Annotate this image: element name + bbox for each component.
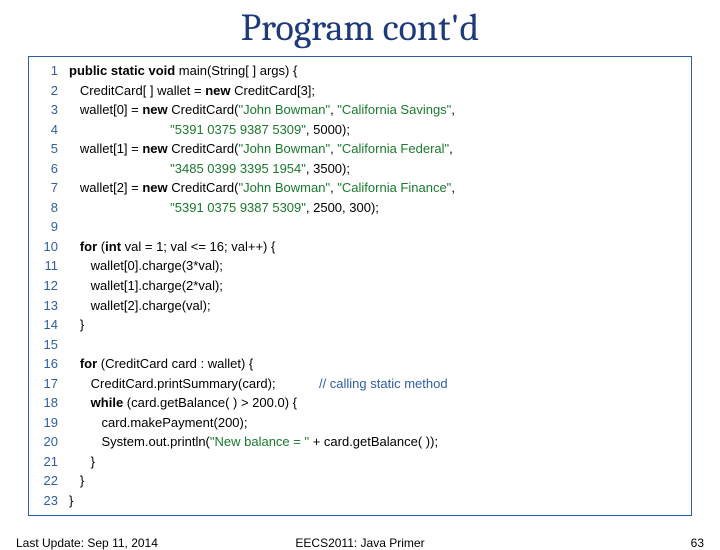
- code-text: }: [68, 452, 685, 472]
- line-number: 18: [35, 393, 68, 413]
- code-text: for (int val = 1; val <= 16; val++) {: [68, 237, 685, 257]
- line-number: 14: [35, 315, 68, 335]
- code-line: 20 System.out.println("New balance = " +…: [35, 432, 685, 452]
- code-text: CreditCard.printSummary(card); // callin…: [68, 374, 685, 394]
- code-line: 16 for (CreditCard card : wallet) {: [35, 354, 685, 374]
- code-line: 10 for (int val = 1; val <= 16; val++) {: [35, 237, 685, 257]
- line-number: 5: [35, 139, 68, 159]
- line-number: 23: [35, 491, 68, 511]
- line-number: 3: [35, 100, 68, 120]
- code-text: wallet[0].charge(3*val);: [68, 256, 685, 276]
- code-text: System.out.println("New balance = " + ca…: [68, 432, 685, 452]
- footer-course: EECS2011: Java Primer: [0, 536, 720, 550]
- code-text: wallet[1].charge(2*val);: [68, 276, 685, 296]
- line-number: 20: [35, 432, 68, 452]
- code-line: 2 CreditCard[ ] wallet = new CreditCard[…: [35, 81, 685, 101]
- code-text: "5391 0375 9387 5309", 5000);: [68, 120, 685, 140]
- code-text: for (CreditCard card : wallet) {: [68, 354, 685, 374]
- code-line: 6 "3485 0399 3395 1954", 3500);: [35, 159, 685, 179]
- code-line: 13 wallet[2].charge(val);: [35, 296, 685, 316]
- line-number: 8: [35, 198, 68, 218]
- code-text: }: [68, 471, 685, 491]
- code-line: 22 }: [35, 471, 685, 491]
- code-text: wallet[2] = new CreditCard("John Bowman"…: [68, 178, 685, 198]
- line-number: 13: [35, 296, 68, 316]
- code-line: 19 card.makePayment(200);: [35, 413, 685, 433]
- code-text: wallet[1] = new CreditCard("John Bowman"…: [68, 139, 685, 159]
- line-number: 17: [35, 374, 68, 394]
- code-line: 17 CreditCard.printSummary(card); // cal…: [35, 374, 685, 394]
- code-text: wallet[0] = new CreditCard("John Bowman"…: [68, 100, 685, 120]
- line-number: 15: [35, 335, 68, 355]
- code-text: card.makePayment(200);: [68, 413, 685, 433]
- line-number: 19: [35, 413, 68, 433]
- code-text: while (card.getBalance( ) > 200.0) {: [68, 393, 685, 413]
- line-number: 16: [35, 354, 68, 374]
- code-text: }: [68, 491, 685, 511]
- line-number: 4: [35, 120, 68, 140]
- line-number: 2: [35, 81, 68, 101]
- code-text: wallet[2].charge(val);: [68, 296, 685, 316]
- line-number: 11: [35, 256, 68, 276]
- code-line: 18 while (card.getBalance( ) > 200.0) {: [35, 393, 685, 413]
- code-text: "3485 0399 3395 1954", 3500);: [68, 159, 685, 179]
- slide-title: Program cont'd: [0, 6, 720, 50]
- code-box: 1public static void main(String[ ] args)…: [28, 56, 692, 516]
- line-number: 22: [35, 471, 68, 491]
- code-line: 23}: [35, 491, 685, 511]
- code-text: public static void main(String[ ] args) …: [68, 61, 685, 81]
- code-line: 21 }: [35, 452, 685, 472]
- code-line: 3 wallet[0] = new CreditCard("John Bowma…: [35, 100, 685, 120]
- code-text: }: [68, 315, 685, 335]
- code-line: 4 "5391 0375 9387 5309", 5000);: [35, 120, 685, 140]
- code-line: 14 }: [35, 315, 685, 335]
- code-line: 5 wallet[1] = new CreditCard("John Bowma…: [35, 139, 685, 159]
- line-number: 12: [35, 276, 68, 296]
- code-text: [68, 335, 685, 355]
- line-number: 9: [35, 217, 68, 237]
- footer-page-number: 63: [691, 536, 704, 550]
- code-line: 15: [35, 335, 685, 355]
- line-number: 6: [35, 159, 68, 179]
- code-text: "5391 0375 9387 5309", 2500, 300);: [68, 198, 685, 218]
- line-number: 10: [35, 237, 68, 257]
- code-line: 12 wallet[1].charge(2*val);: [35, 276, 685, 296]
- line-number: 1: [35, 61, 68, 81]
- line-number: 21: [35, 452, 68, 472]
- code-line: 9: [35, 217, 685, 237]
- code-line: 8 "5391 0375 9387 5309", 2500, 300);: [35, 198, 685, 218]
- code-text: [68, 217, 685, 237]
- code-text: CreditCard[ ] wallet = new CreditCard[3]…: [68, 81, 685, 101]
- code-line: 7 wallet[2] = new CreditCard("John Bowma…: [35, 178, 685, 198]
- code-line: 1public static void main(String[ ] args)…: [35, 61, 685, 81]
- line-number: 7: [35, 178, 68, 198]
- code-line: 11 wallet[0].charge(3*val);: [35, 256, 685, 276]
- code-listing: 1public static void main(String[ ] args)…: [35, 61, 685, 511]
